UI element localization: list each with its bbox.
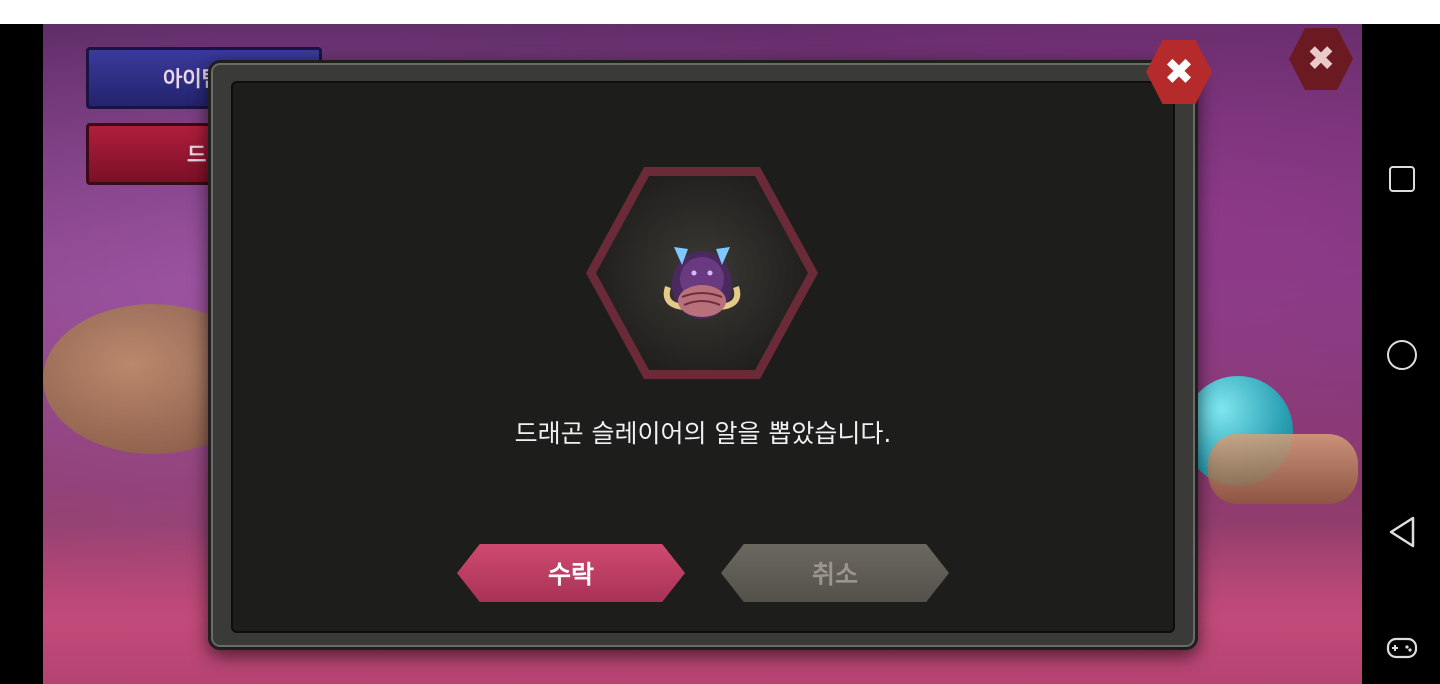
accept-button[interactable]: 수락 — [457, 544, 685, 602]
cancel-label: 취소 — [811, 560, 858, 589]
cancel-button[interactable]: 취소 — [721, 544, 949, 602]
status-strip — [0, 0, 1440, 24]
close-icon: ✖ — [1163, 51, 1195, 93]
recents-button[interactable] — [1386, 163, 1418, 195]
reward-message: 드래곤 슬레이어의 알을 뽑았습니다. — [514, 419, 892, 448]
back-button[interactable] — [1386, 516, 1418, 548]
dragon-slayer-egg-icon — [663, 247, 741, 319]
back-triangle-icon — [1389, 516, 1415, 548]
background-close-button[interactable]: ✖ — [1289, 28, 1353, 90]
background-scrolls — [1208, 434, 1358, 504]
recents-square-icon — [1389, 166, 1415, 192]
home-circle-icon — [1387, 340, 1417, 370]
gamepad-icon — [1386, 637, 1418, 659]
game-tools-button[interactable] — [1386, 632, 1418, 664]
accept-label: 수락 — [547, 560, 594, 589]
close-icon: ✖ — [1306, 39, 1336, 79]
home-button[interactable] — [1386, 339, 1418, 371]
